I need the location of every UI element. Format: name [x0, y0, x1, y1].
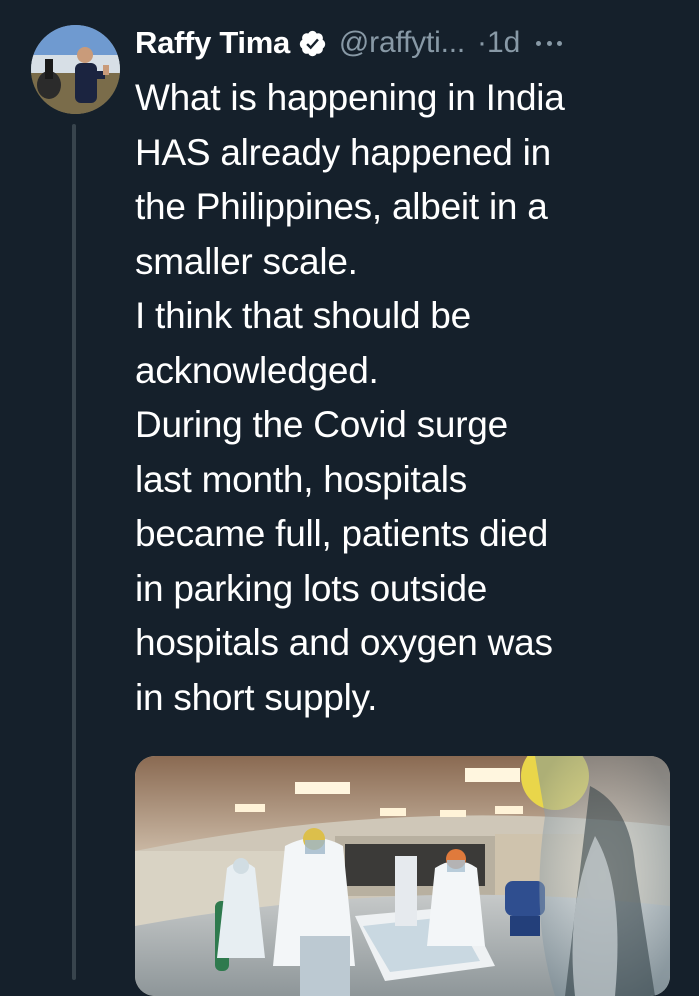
tweet-text-line: last month, hospitals	[135, 458, 468, 500]
tweet-text-line: became full, patients died	[135, 513, 549, 554]
tweet-media-photo[interactable]	[135, 756, 670, 996]
tweet-text-line: in short supply.	[135, 676, 378, 718]
author-handle[interactable]: @raffyti...	[339, 26, 465, 60]
more-options-icon[interactable]	[536, 39, 563, 47]
tweet-text-line: hospitals and oxygen was	[135, 622, 553, 663]
tweet-text-line: HAS already happened in	[135, 131, 551, 173]
tweet[interactable]: Raffy Tima @raffyti... ·1d What is happe…	[0, 0, 699, 996]
timestamp[interactable]: ·1d	[477, 26, 520, 60]
more-dot	[536, 40, 542, 46]
tweet-text-line: acknowledged.	[135, 349, 379, 391]
avatar-image	[31, 25, 120, 114]
tweet-header: Raffy Tima @raffyti... ·1d	[135, 23, 563, 63]
time-separator: ·	[476, 26, 487, 59]
tweet-text-line: I think that should be	[135, 295, 471, 336]
tweet-text-line: What is happening in India	[135, 77, 565, 118]
avatar[interactable]	[31, 25, 120, 114]
hospital-photo	[135, 756, 670, 996]
tweet-text-line: During the Covid surge	[135, 404, 508, 445]
more-dot	[557, 40, 563, 46]
more-dot	[546, 40, 552, 46]
tweet-text-line: in parking lots outside	[135, 567, 488, 609]
tweet-text-line: the Philippines, albeit in a	[135, 186, 548, 227]
time-value: 1d	[486, 26, 521, 59]
tweet-text-line: smaller scale.	[135, 240, 358, 282]
verified-badge-icon	[298, 29, 327, 58]
thread-line	[72, 124, 76, 980]
author-name[interactable]: Raffy Tima	[135, 25, 290, 61]
tweet-text: What is happening in India HAS already h…	[135, 71, 695, 725]
